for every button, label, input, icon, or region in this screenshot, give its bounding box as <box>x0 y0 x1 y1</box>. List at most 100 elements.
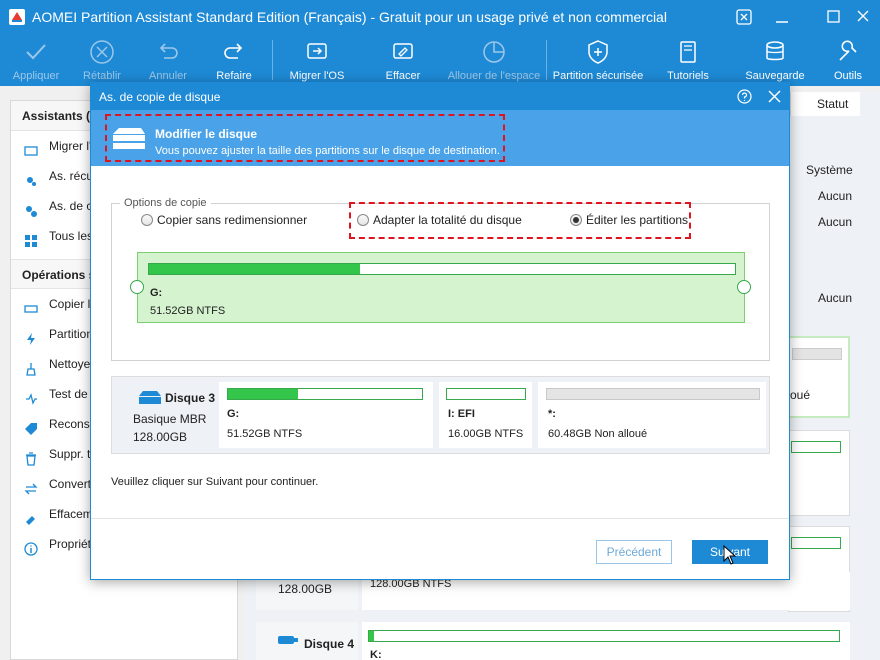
status-column-header[interactable]: Statut <box>790 92 860 116</box>
cancel-circle-icon <box>90 40 114 64</box>
backup-label: Sauvegarde <box>745 70 805 82</box>
broom-icon <box>24 357 38 376</box>
partition-card[interactable]: oué <box>788 336 850 418</box>
segment-info: 60.48GB Non alloué <box>548 428 648 440</box>
segment-i-efi[interactable]: I: EFI 16.00GB NTFS <box>439 382 532 448</box>
op-label: Reconst <box>49 417 94 431</box>
segment-label: G: <box>227 408 240 420</box>
refresh-icon[interactable] <box>734 7 754 27</box>
status-value: Aucun <box>818 291 853 305</box>
refresh-label: Refaire <box>216 70 252 82</box>
segment-label: *: <box>548 408 556 420</box>
info-icon <box>24 537 38 556</box>
k-label: K: <box>370 649 382 660</box>
grid-icon <box>24 229 38 247</box>
title-bar: AOMEI Partition Assistant Standard Editi… <box>0 0 880 34</box>
segment-usage-bar <box>227 388 423 400</box>
op-label: Converti <box>49 477 94 491</box>
radio-no-resize[interactable]: Copier sans redimensionner <box>141 213 307 229</box>
redo-arrow-icon <box>224 43 243 59</box>
segment-info: 16.00GB NTFS <box>448 428 524 440</box>
usage-bar <box>791 441 841 453</box>
refresh-button[interactable]: Refaire <box>204 36 264 86</box>
tools-label: Outils <box>833 70 863 82</box>
secure-partition-button[interactable]: Partition sécurisée <box>552 36 644 86</box>
resize-handle-right[interactable] <box>737 280 751 294</box>
resize-handle-left[interactable] <box>130 280 144 294</box>
disk-name: Disque 3 <box>165 391 216 405</box>
hint-text: Veuillez cliquer sur Suivant pour contin… <box>111 476 319 488</box>
resizable-partition[interactable]: G: 51.52GB NTFS <box>137 252 745 323</box>
op-label: Suppr. t <box>49 447 91 461</box>
op-label: Nettoyer <box>49 357 95 371</box>
copy-disk-icon <box>24 199 38 217</box>
tutorials-label: Tutoriels <box>667 70 709 82</box>
disk-info[interactable]: Disque 3 Basique MBR 128.00GB <box>117 382 215 448</box>
status-value: Aucun <box>818 215 853 229</box>
undo-icon <box>159 43 178 59</box>
wipe-button[interactable]: Effacer <box>370 36 436 86</box>
allocate-space-label: Allouer de l'espace <box>447 70 541 82</box>
tools-button[interactable]: Outils <box>822 36 874 86</box>
copy-options-legend: Options de copie <box>124 197 207 209</box>
dialog-close-icon[interactable] <box>767 89 782 104</box>
eraser-icon <box>393 43 413 59</box>
apply-button[interactable]: Appliquer <box>6 36 66 86</box>
close-icon[interactable] <box>853 7 873 27</box>
partition-usage-bar <box>148 263 736 275</box>
segment-unallocated[interactable]: *: 60.48GB Non alloué <box>538 382 766 448</box>
undo-label: Annuler <box>149 70 187 82</box>
disk4-label: Disque 4 <box>304 637 355 651</box>
migrate-drive-icon <box>307 43 327 59</box>
segment-usage-fill <box>228 389 298 399</box>
disk-type: Basique MBR <box>133 412 207 426</box>
toolbar-divider <box>272 40 273 80</box>
undo-button[interactable]: Annuler <box>138 36 198 86</box>
previous-button[interactable]: Précédent <box>596 540 672 564</box>
partition-info: 51.52GB NTFS <box>150 305 226 317</box>
book-icon <box>680 41 696 63</box>
usage-bar <box>791 537 841 549</box>
usage-bar <box>368 630 840 642</box>
partition-card[interactable]: K: <box>362 622 850 660</box>
toolbar-divider <box>546 40 547 80</box>
window-title: AOMEI Partition Assistant Standard Editi… <box>32 9 667 25</box>
secure-partition-label: Partition sécurisée <box>552 70 644 82</box>
help-icon[interactable] <box>737 89 752 104</box>
allocate-space-button[interactable]: Allouer de l'espace <box>446 36 542 86</box>
disk4-card[interactable]: Disque 4 <box>256 622 358 660</box>
redo-button[interactable]: Rétablir <box>72 36 132 86</box>
app-icon <box>9 9 25 25</box>
segment-g[interactable]: G: 51.52GB NTFS <box>219 382 433 448</box>
apply-label: Appliquer <box>12 70 60 82</box>
copy-disk-dialog: As. de copie de disque Modifier le disqu… <box>90 82 790 580</box>
lightning-icon <box>24 327 38 345</box>
wrench-icon <box>839 40 857 61</box>
migrate-os-label: Migrer l'OS <box>289 70 345 82</box>
backup-button[interactable]: Sauvegarde <box>740 36 810 86</box>
unalloc-text: oué <box>790 388 811 402</box>
wizard-label: As. de c <box>49 199 93 213</box>
dialog-title-bar: As. de copie de disque <box>91 83 789 110</box>
test-icon <box>24 387 38 405</box>
tag-icon <box>24 417 38 435</box>
convert-icon <box>24 477 38 495</box>
segment-label: I: EFI <box>448 408 475 420</box>
radio-dot <box>141 214 153 226</box>
maximize-icon[interactable] <box>823 7 843 27</box>
op-label: Partition <box>49 327 94 341</box>
partition-usage-fill <box>149 264 360 274</box>
minimize-icon[interactable] <box>772 7 792 27</box>
tutorials-button[interactable]: Tutoriels <box>658 36 718 86</box>
migrate-os-button[interactable]: Migrer l'OS <box>284 36 350 86</box>
disk-icon <box>139 391 161 404</box>
recovery-icon <box>24 169 38 186</box>
status-value: Système <box>806 163 853 177</box>
segment-usage-bar <box>446 388 526 400</box>
highlight-box <box>105 114 505 162</box>
partition-card[interactable] <box>788 430 850 516</box>
migrate-icon <box>24 139 38 156</box>
highlight-box <box>349 202 691 239</box>
toolbar: Appliquer Rétablir Annuler Refaire Migre… <box>0 34 880 86</box>
redo-label: Rétablir <box>83 70 121 82</box>
